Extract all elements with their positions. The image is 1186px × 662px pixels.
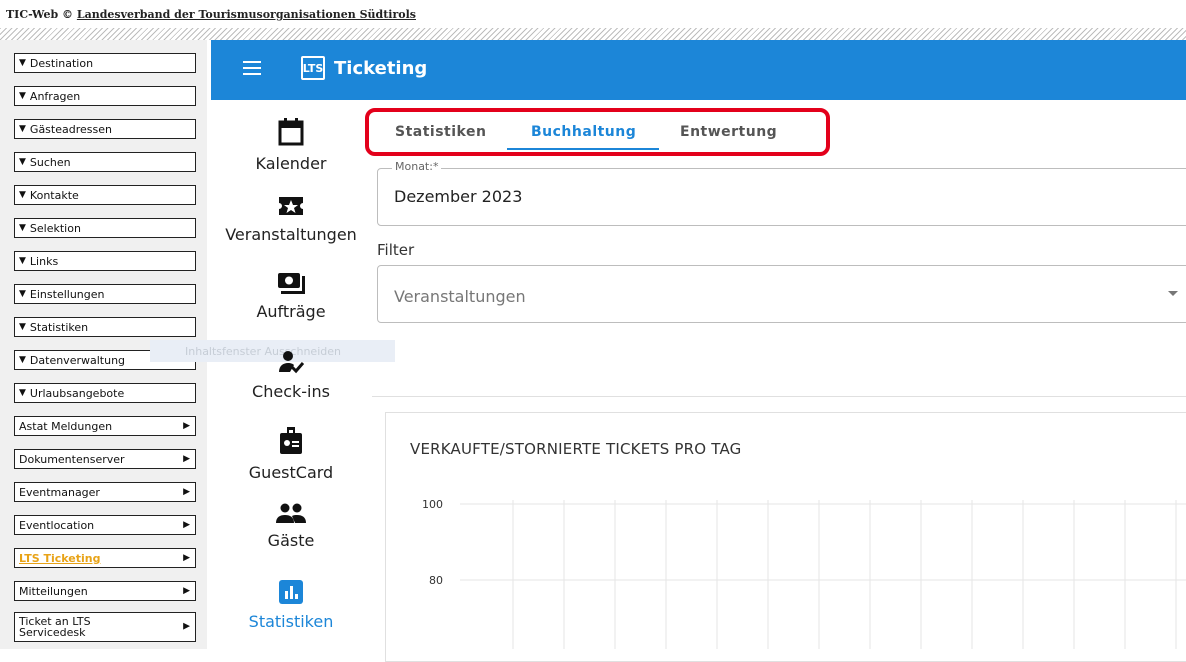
nav-item-label: Check-ins xyxy=(252,382,330,401)
nav-item-label: GuestCard xyxy=(248,463,334,482)
nav-item-statistiken[interactable]: Statistiken xyxy=(211,580,371,631)
chevron-down-icon[interactable] xyxy=(1168,291,1178,296)
nav-item-veranstaltungen[interactable]: Veranstaltungen xyxy=(211,195,371,244)
caret-down-icon: ▼ xyxy=(19,124,26,134)
sidebar-item-label: Astat Meldungen xyxy=(19,419,113,433)
caret-down-icon: ▼ xyxy=(19,157,26,167)
sidebar-item-statistiken[interactable]: ▼ Statistiken xyxy=(14,317,196,337)
bar-chart-icon xyxy=(211,580,371,608)
sidebar-item-links[interactable]: ▼ Links xyxy=(14,251,196,271)
sidebar-item-ticket-an-lts-servicedesk[interactable]: Ticket an LTS Servicedesk ▶ xyxy=(14,612,196,642)
top-header: TIC-Web © Landesverband der Tourismusorg… xyxy=(0,0,1186,40)
sidebar-item-label: Eventmanager xyxy=(19,485,100,499)
caret-right-icon: ▶ xyxy=(183,553,190,563)
sidebar-item-label: Links xyxy=(29,254,59,268)
caret-down-icon: ▼ xyxy=(19,256,26,266)
sidebar-item-selektion[interactable]: ▼ Selektion xyxy=(14,218,196,238)
caret-down-icon: ▼ xyxy=(19,388,26,398)
nav-item-gäste[interactable]: Gäste xyxy=(211,503,371,550)
sidebar-item-label: Selektion xyxy=(29,221,81,235)
tab-statistiken[interactable]: Statistiken xyxy=(395,124,486,140)
sidebar-item-label: Anfragen xyxy=(29,89,81,103)
sidebar-item-einstellungen[interactable]: ▼ Einstellungen xyxy=(14,284,196,304)
calendar-icon xyxy=(211,118,371,150)
caret-down-icon: ▼ xyxy=(19,322,26,332)
nav-item-check-ins[interactable]: Check-ins xyxy=(211,350,371,401)
group-icon xyxy=(211,503,371,527)
caret-down-icon: ▼ xyxy=(19,289,26,299)
caret-down-icon: ▼ xyxy=(19,91,26,101)
sidebar-item-suchen[interactable]: ▼ Suchen xyxy=(14,152,196,172)
nav-item-kalender[interactable]: Kalender xyxy=(211,118,371,173)
sidebar-item-anfragen[interactable]: ▼ Anfragen xyxy=(14,86,196,106)
app-bar: LTS Ticketing xyxy=(211,40,1186,100)
sidebar-item-eventlocation[interactable]: Eventlocation ▶ xyxy=(14,515,196,535)
nav-item-label: Statistiken xyxy=(248,612,334,631)
chart-plot: 100 80 xyxy=(422,498,1186,649)
nav-item-label: Gäste xyxy=(267,531,315,550)
caret-right-icon: ▶ xyxy=(183,586,190,596)
filter-label: Filter xyxy=(377,241,415,259)
sidebar-item-label: Gästeadressen xyxy=(29,122,112,136)
sidebar-item-kontakte[interactable]: ▼ Kontakte xyxy=(14,185,196,205)
sidebar-item-label: Datenverwaltung xyxy=(29,353,126,367)
caret-right-icon: ▶ xyxy=(183,520,190,530)
sidebar-item-label: Kontakte xyxy=(29,188,79,202)
caret-down-icon: ▼ xyxy=(19,58,26,68)
sidebar-item-label: Suchen xyxy=(29,155,71,169)
nav-item-guestcard[interactable]: GuestCard xyxy=(211,427,371,482)
sidebar-item-dokumentenserver[interactable]: Dokumentenserver ▶ xyxy=(14,449,196,469)
sidebar-item-mitteilungen[interactable]: Mitteilungen ▶ xyxy=(14,581,196,601)
sidebar-item-label: Eventlocation xyxy=(19,518,95,532)
money-icon xyxy=(211,272,371,298)
brand-line: TIC-Web © Landesverband der Tourismusorg… xyxy=(6,8,416,21)
sidebar-item-destination[interactable]: ▼ Destination xyxy=(14,53,196,73)
caret-right-icon: ▶ xyxy=(183,487,190,497)
sidebar-item-label: Ticket an LTS Servicedesk xyxy=(19,615,91,639)
sidebar-item-label: Statistiken xyxy=(29,320,89,334)
sidebar-item-gästeadressen[interactable]: ▼ Gästeadressen xyxy=(14,119,196,139)
sidebar-item-eventmanager[interactable]: Eventmanager ▶ xyxy=(14,482,196,502)
caret-right-icon: ▶ xyxy=(183,621,190,632)
hatch-divider xyxy=(0,28,1186,40)
sidebar-item-lts-ticketing[interactable]: LTS Ticketing ▶ xyxy=(14,548,196,568)
lts-logo-icon: LTS xyxy=(301,56,325,80)
app-title: Ticketing xyxy=(334,58,428,79)
nav-item-label: Aufträge xyxy=(256,302,326,321)
caret-down-icon: ▼ xyxy=(19,355,26,365)
caret-right-icon: ▶ xyxy=(183,421,190,431)
nav-item-label: Kalender xyxy=(255,154,327,173)
brand-prefix: TIC-Web © xyxy=(6,8,74,21)
filter-placeholder: Veranstaltungen xyxy=(394,287,526,306)
nav-item-label: Veranstaltungen xyxy=(225,225,357,244)
caret-right-icon: ▶ xyxy=(183,454,190,464)
sidebar-item-label: LTS Ticketing xyxy=(19,551,101,565)
y-tick-label: 80 xyxy=(429,574,443,587)
hamburger-menu-icon[interactable] xyxy=(243,61,261,75)
brand-link[interactable]: Landesverband der Tourismusorganisatione… xyxy=(77,8,416,21)
divider xyxy=(372,396,1186,397)
badge-icon xyxy=(211,427,371,459)
ticket-star-icon xyxy=(211,195,371,221)
y-tick-label: 100 xyxy=(422,498,443,511)
sidebar-item-label: Mitteilungen xyxy=(19,584,88,598)
tab-entwertung[interactable]: Entwertung xyxy=(680,124,777,140)
sidebar-item-label: Einstellungen xyxy=(29,287,105,301)
active-tab-indicator xyxy=(507,148,659,150)
sidebar-item-urlaubsangebote[interactable]: ▼ Urlaubsangebote xyxy=(14,383,196,403)
tab-buchhaltung[interactable]: Buchhaltung xyxy=(531,124,636,140)
sidebar-item-label: Urlaubsangebote xyxy=(29,386,125,400)
person-check-icon xyxy=(211,350,371,378)
nav-item-aufträge[interactable]: Aufträge xyxy=(211,272,371,321)
month-value: Dezember 2023 xyxy=(394,187,523,206)
sidebar-item-label: Destination xyxy=(29,56,94,70)
caret-down-icon: ▼ xyxy=(19,223,26,233)
tab-bar: Statistiken Buchhaltung Entwertung xyxy=(365,108,830,156)
sidebar-item-label: Dokumentenserver xyxy=(19,452,125,466)
caret-down-icon: ▼ xyxy=(19,190,26,200)
sidebar-item-astat-meldungen[interactable]: Astat Meldungen ▶ xyxy=(14,416,196,436)
month-label: Monat:* xyxy=(392,160,442,173)
